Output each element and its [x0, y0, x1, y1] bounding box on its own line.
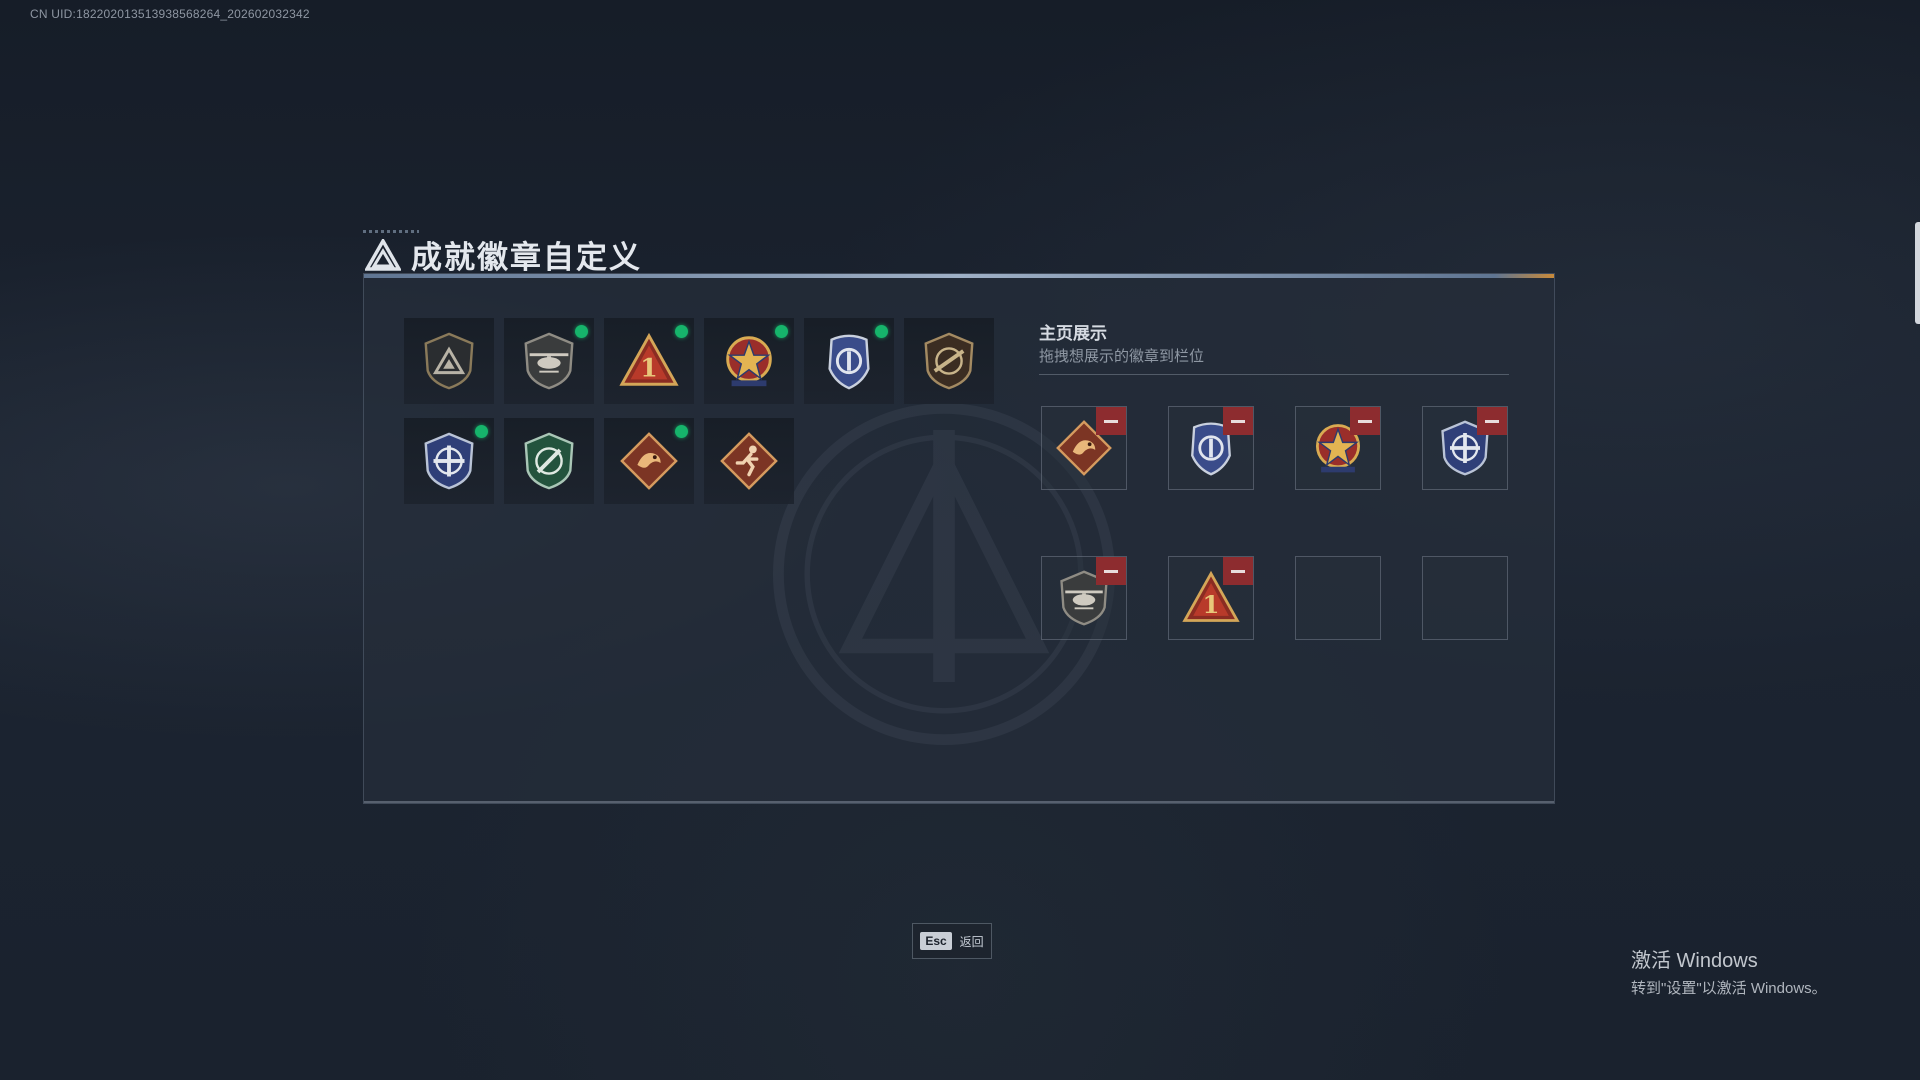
badge-cell[interactable]	[904, 318, 994, 404]
triangle-emblem-shield-icon	[424, 332, 474, 390]
back-button[interactable]: Esc 返回	[912, 923, 992, 959]
badge-cell[interactable]	[704, 318, 794, 404]
rifle-shield-icon	[924, 332, 974, 390]
number-one-triangle-icon: 1	[619, 332, 679, 386]
police-crest-icon	[828, 334, 870, 390]
showcase-slot[interactable]	[1041, 556, 1127, 640]
minus-icon	[1104, 419, 1118, 423]
empty-showcase-slot[interactable]	[1295, 556, 1381, 640]
new-indicator-dot	[775, 325, 788, 338]
remove-badge-button[interactable]	[1477, 407, 1507, 435]
new-indicator-dot	[675, 325, 688, 338]
badge-cell[interactable]	[504, 318, 594, 404]
uid-label: CN UID:182202013513938568264_20260203234…	[30, 7, 310, 21]
showcase-title: 主页展示	[1039, 324, 1107, 343]
svg-text:1: 1	[640, 353, 658, 383]
showcase-slot[interactable]	[1295, 406, 1381, 490]
new-indicator-dot	[875, 325, 888, 338]
remove-badge-button[interactable]	[1096, 557, 1126, 585]
windows-activation-watermark: 激活 Windows 转到"设置"以激活 Windows。	[1631, 944, 1827, 998]
runner-diamond-icon	[720, 432, 778, 490]
badge-cell[interactable]	[604, 418, 694, 504]
new-indicator-dot	[575, 325, 588, 338]
side-tab-handle[interactable]	[1915, 222, 1920, 324]
panel-top-border	[364, 274, 1554, 278]
badge-cell[interactable]	[404, 318, 494, 404]
helicopter-shield-icon	[524, 332, 574, 390]
crosshair-blue-shield-icon	[424, 432, 474, 490]
showcase-slot[interactable]	[1422, 406, 1508, 490]
badge-cell[interactable]: 1	[604, 318, 694, 404]
new-indicator-dot	[675, 425, 688, 438]
showcase-slot[interactable]	[1041, 406, 1127, 490]
star-medal-icon	[726, 336, 772, 387]
minus-icon	[1485, 419, 1499, 423]
title-bar: 成就徽章自定义	[365, 232, 642, 277]
crosshair-green-shield-icon	[524, 432, 574, 490]
panel-bottom-border	[364, 801, 1554, 803]
empty-showcase-slot[interactable]	[1422, 556, 1508, 640]
showcase-subtitle: 拖拽想展示的徽章到栏位	[1039, 348, 1205, 365]
remove-badge-button[interactable]	[1223, 407, 1253, 435]
minus-icon	[1231, 569, 1245, 573]
activation-title: 激活 Windows	[1631, 950, 1758, 972]
badge-cell[interactable]	[804, 318, 894, 404]
remove-badge-button[interactable]	[1096, 407, 1126, 435]
page-title: 成就徽章自定义	[411, 240, 642, 276]
minus-icon	[1231, 419, 1245, 423]
minus-icon	[1358, 419, 1372, 423]
new-indicator-dot	[475, 425, 488, 438]
showcase-slot[interactable]	[1168, 406, 1254, 490]
back-label: 返回	[959, 934, 984, 949]
esc-key-icon: Esc	[920, 932, 952, 950]
badge-customize-panel: 1 主页展示 拖拽想展示的徽章到栏位 1	[363, 273, 1555, 804]
remove-badge-button[interactable]	[1223, 557, 1253, 585]
svg-text:1: 1	[1203, 590, 1220, 619]
badge-cell[interactable]	[404, 418, 494, 504]
remove-badge-button[interactable]	[1350, 407, 1380, 435]
activation-hint: 转到"设置"以激活 Windows。	[1631, 980, 1827, 997]
showcase-slot[interactable]: 1	[1168, 556, 1254, 640]
badge-cell[interactable]	[704, 418, 794, 504]
dragon-diamond-icon	[620, 432, 678, 490]
showcase-divider	[1039, 374, 1509, 375]
triangle-logo-icon	[365, 238, 401, 271]
minus-icon	[1104, 569, 1118, 573]
badge-cell[interactable]	[504, 418, 594, 504]
